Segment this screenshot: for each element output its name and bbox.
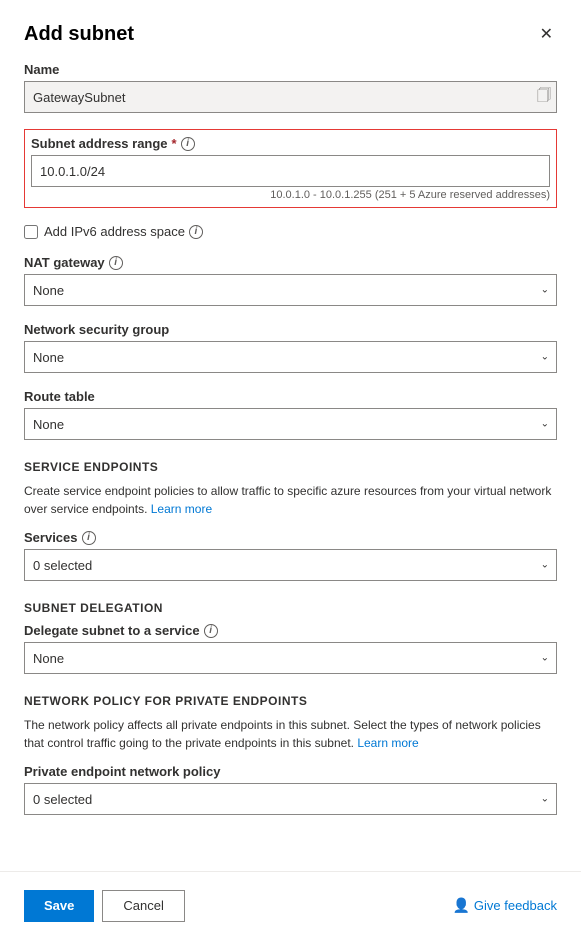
subnet-address-range-group: Subnet address range * i 10.0.1.0 - 10.0… (24, 129, 557, 208)
name-input[interactable] (24, 81, 557, 113)
services-group: Services i 0 selected ⌄ (24, 530, 557, 581)
network-security-group-label: Network security group (24, 322, 557, 337)
nat-gateway-group: NAT gateway i None ⌄ (24, 255, 557, 306)
ipv6-checkbox-row: Add IPv6 address space i (24, 224, 557, 239)
delegate-subnet-info-icon[interactable]: i (204, 624, 218, 638)
route-table-label: Route table (24, 389, 557, 404)
subnet-address-range-input[interactable] (31, 155, 550, 187)
panel-header: Add subnet ✕ (0, 0, 581, 58)
name-field-group: Name 🗍 (24, 62, 557, 113)
private-endpoint-policy-select-wrapper: 0 selected ⌄ (24, 783, 557, 815)
service-endpoints-header: SERVICE ENDPOINTS (24, 460, 557, 474)
cancel-button[interactable]: Cancel (102, 890, 184, 922)
close-button[interactable]: ✕ (536, 20, 557, 48)
feedback-label: Give feedback (474, 898, 557, 913)
save-button[interactable]: Save (24, 890, 94, 922)
panel-title: Add subnet (24, 23, 134, 46)
service-endpoints-description: Create service endpoint policies to allo… (24, 482, 557, 518)
services-select-wrapper: 0 selected ⌄ (24, 549, 557, 581)
close-icon: ✕ (540, 24, 553, 44)
address-hint: 10.0.1.0 - 10.0.1.255 (251 + 5 Azure res… (31, 189, 550, 201)
panel-footer: Save Cancel 👤 Give feedback (0, 871, 581, 939)
name-label: Name (24, 62, 557, 77)
service-endpoints-learn-more[interactable]: Learn more (151, 502, 212, 516)
private-endpoint-policy-select[interactable]: 0 selected (24, 783, 557, 815)
nat-gateway-select-wrapper: None ⌄ (24, 274, 557, 306)
delegate-subnet-group: Delegate subnet to a service i None ⌄ (24, 623, 557, 674)
route-table-select[interactable]: None (24, 408, 557, 440)
copy-icon: 🗍 (537, 87, 551, 103)
copy-button[interactable]: 🗍 (537, 85, 551, 109)
delegate-subnet-select[interactable]: None (24, 642, 557, 674)
route-table-group: Route table None ⌄ (24, 389, 557, 440)
nat-gateway-info-icon[interactable]: i (109, 256, 123, 270)
subnet-address-range-label: Subnet address range * i (31, 136, 550, 151)
subnet-delegation-header: SUBNET DELEGATION (24, 601, 557, 615)
network-policy-description: The network policy affects all private e… (24, 716, 557, 752)
subnet-address-range-info-icon[interactable]: i (181, 137, 195, 151)
give-feedback-button[interactable]: 👤 Give feedback (452, 897, 557, 914)
ipv6-checkbox[interactable] (24, 225, 38, 239)
network-policy-header: NETWORK POLICY FOR PRIVATE ENDPOINTS (24, 694, 557, 708)
delegate-subnet-select-wrapper: None ⌄ (24, 642, 557, 674)
services-label: Services i (24, 530, 557, 545)
add-subnet-panel: Add subnet ✕ Name 🗍 Subnet address range… (0, 0, 581, 939)
ipv6-info-icon[interactable]: i (189, 225, 203, 239)
private-endpoint-policy-label: Private endpoint network policy (24, 764, 557, 779)
services-info-icon[interactable]: i (82, 531, 96, 545)
network-security-group-group: Network security group None ⌄ (24, 322, 557, 373)
network-policy-learn-more[interactable]: Learn more (357, 736, 418, 750)
feedback-icon: 👤 (452, 897, 469, 914)
services-select[interactable]: 0 selected (24, 549, 557, 581)
network-security-group-select[interactable]: None (24, 341, 557, 373)
delegate-subnet-label: Delegate subnet to a service i (24, 623, 557, 638)
panel-body: Name 🗍 Subnet address range * i 10.0.1.0… (0, 58, 581, 939)
nat-gateway-select[interactable]: None (24, 274, 557, 306)
ipv6-checkbox-label: Add IPv6 address space i (44, 224, 203, 239)
private-endpoint-policy-group: Private endpoint network policy 0 select… (24, 764, 557, 815)
name-input-wrapper: 🗍 (24, 81, 557, 113)
route-table-select-wrapper: None ⌄ (24, 408, 557, 440)
network-security-group-select-wrapper: None ⌄ (24, 341, 557, 373)
nat-gateway-label: NAT gateway i (24, 255, 557, 270)
